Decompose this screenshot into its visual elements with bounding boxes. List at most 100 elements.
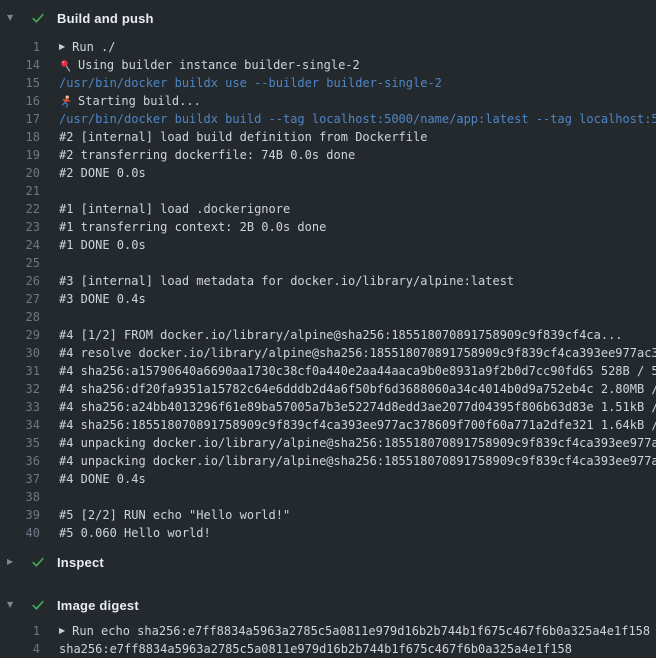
chevron-down-icon[interactable]: ▼ [7, 594, 21, 616]
log-line-content: #1 [internal] load .dockerignore [40, 200, 656, 218]
log-line: 15/usr/bin/docker buildx use --builder b… [0, 74, 656, 92]
log-line: 28 [0, 308, 656, 326]
log-line-content: #4 sha256:185518070891758909c9f839cf4ca3… [40, 416, 656, 434]
line-number[interactable]: 32 [0, 380, 40, 398]
log-text: #5 [2/2] RUN echo "Hello world!" [59, 506, 290, 524]
log-line: 21 [0, 182, 656, 200]
section-image-digest: ▼ Image digest 1 ▶ Run echo sha256:e7ff8834a… [0, 594, 656, 658]
log-line-content: #5 0.060 Hello world! [40, 524, 656, 542]
log-line: 24#1 DONE 0.0s [0, 236, 656, 254]
log-line: 33 #4 sha256:a24bb4013296f61e89ba57005a7b… [0, 398, 656, 416]
section-header-inspect[interactable]: ▶Inspect [0, 551, 656, 573]
section-header-image-digest[interactable]: ▼ Image digest [0, 594, 656, 616]
log-text: #4 sha256:185518070891758909c9f839cf4ca3… [59, 416, 656, 434]
log-line: 37#4 DONE 0.4s [0, 470, 656, 488]
line-number[interactable]: 35 [0, 434, 40, 452]
line-number[interactable]: 40 [0, 524, 40, 542]
log-line: 29#4 [1/2] FROM docker.io/library/alpine… [0, 326, 656, 344]
line-number[interactable]: 28 [0, 308, 40, 326]
run-expander-icon[interactable]: ▶ [59, 38, 65, 56]
line-number[interactable]: 17 [0, 110, 40, 128]
log-text: #3 DONE 0.4s [59, 290, 146, 308]
line-number[interactable]: 1 [0, 622, 40, 640]
line-number[interactable]: 20 [0, 164, 40, 182]
log-line-content [40, 308, 656, 326]
line-number[interactable]: 18 [0, 128, 40, 146]
log-text: Run ./ [72, 38, 115, 56]
log-text: #4 unpacking docker.io/library/alpine@sh… [59, 434, 656, 452]
log-line: 4 sha256:e7ff8834a5963a2785c5a0811e979d16… [0, 640, 656, 658]
log-line-content: #2 transferring dockerfile: 74B 0.0s don… [40, 146, 656, 164]
line-number[interactable]: 25 [0, 254, 40, 272]
log-line: 31 #4 sha256:a15790640a6690aa1730c38cf0a4… [0, 362, 656, 380]
log-line: 26 #3 [internal] load metadata for docker… [0, 272, 656, 290]
line-number[interactable]: 23 [0, 218, 40, 236]
line-number[interactable]: 33 [0, 398, 40, 416]
log-line: 40#5 0.060 Hello world! [0, 524, 656, 542]
log-line: 22#1 [internal] load .dockerignore [0, 200, 656, 218]
line-number[interactable]: 36 [0, 452, 40, 470]
log-text: Starting build... [78, 92, 201, 110]
log-line-content: #4 [1/2] FROM docker.io/library/alpine@s… [40, 326, 656, 344]
section-inspect: ▶Inspect [0, 551, 656, 573]
line-number[interactable]: 24 [0, 236, 40, 254]
line-number[interactable]: 37 [0, 470, 40, 488]
section-title: Image digest [57, 598, 139, 613]
log-line: 35 #4 unpacking docker.io/library/alpine@… [0, 434, 656, 452]
line-number[interactable]: 29 [0, 326, 40, 344]
chevron-right-icon[interactable]: ▶ [7, 551, 21, 573]
log-text: #3 [internal] load metadata for docker.i… [59, 272, 514, 290]
line-number[interactable]: 30 [0, 344, 40, 362]
line-number[interactable]: 4 [0, 640, 40, 658]
log-line-content: #3 [internal] load metadata for docker.i… [40, 272, 656, 290]
log-line: 14Using builder instance builder-single-… [0, 56, 656, 74]
log-text: #4 sha256:a15790640a6690aa1730c38cf0a440… [59, 362, 656, 380]
log-line-content: #3 DONE 0.4s [40, 290, 656, 308]
log-text: #4 unpacking docker.io/library/alpine@sh… [59, 452, 656, 470]
line-number[interactable]: 27 [0, 290, 40, 308]
run-expander-icon[interactable]: ▶ [59, 622, 65, 640]
line-number[interactable]: 34 [0, 416, 40, 434]
log-text: Run echo sha256:e7ff8834a5963a2785c5a081… [72, 622, 650, 640]
section-header-build-and-push[interactable]: ▼Build and push [0, 7, 656, 29]
log-line-content: /usr/bin/docker buildx use --builder bui… [40, 74, 656, 92]
log-line: 30#4 resolve docker.io/library/alpine@sh… [0, 344, 656, 362]
line-number[interactable]: 14 [0, 56, 40, 74]
success-check-icon [30, 554, 46, 570]
log-line-content: #4 sha256:a15790640a6690aa1730c38cf0a440… [40, 362, 656, 380]
line-number[interactable]: 22 [0, 200, 40, 218]
log-text: #1 transferring context: 2B 0.0s done [59, 218, 326, 236]
line-number[interactable]: 31 [0, 362, 40, 380]
log-line-content: ▶ Run ./ [40, 38, 656, 56]
chevron-down-icon[interactable]: ▼ [7, 7, 21, 29]
line-number[interactable]: 39 [0, 506, 40, 524]
log-line-content: /usr/bin/docker buildx build --tag local… [40, 110, 656, 128]
pushpin-icon [59, 59, 72, 72]
line-number[interactable]: 1 [0, 38, 40, 56]
section-build-and-push: ▼Build and push 1 ▶ Run ./14Using builder i… [0, 7, 656, 542]
log-text: #2 DONE 0.0s [59, 164, 146, 182]
line-number[interactable]: 21 [0, 182, 40, 200]
log-line: 38 [0, 488, 656, 506]
log-line-content: Starting build... [40, 92, 656, 110]
log-block: 1 ▶ Run ./14Using builder instance builder… [0, 38, 656, 542]
success-check-icon [30, 597, 46, 613]
log-text: /usr/bin/docker buildx build --tag local… [59, 110, 656, 128]
log-line-content: #4 unpacking docker.io/library/alpine@sh… [40, 452, 656, 470]
log-line: 1 ▶ Run echo sha256:e7ff8834a5963a2785c5a0… [0, 622, 656, 640]
log-text: #4 sha256:df20fa9351a15782c64e6dddb2d4a6… [59, 380, 656, 398]
log-line-content: ▶ Run echo sha256:e7ff8834a5963a2785c5a08… [40, 622, 656, 640]
log-block: 1 ▶ Run echo sha256:e7ff8834a5963a2785c5a0… [0, 622, 656, 658]
log-text: sha256:e7ff8834a5963a2785c5a0811e979d16b… [59, 640, 572, 658]
log-line: 39 #5 [2/2] RUN echo "Hello world!" [0, 506, 656, 524]
log-text: #2 [internal] load build definition from… [59, 128, 427, 146]
log-line-content: #1 DONE 0.0s [40, 236, 656, 254]
line-number[interactable]: 15 [0, 74, 40, 92]
line-number[interactable]: 16 [0, 92, 40, 110]
log-line: 19#2 transferring dockerfile: 74B 0.0s d… [0, 146, 656, 164]
log-line: 23 #1 transferring context: 2B 0.0s done [0, 218, 656, 236]
line-number[interactable]: 19 [0, 146, 40, 164]
log-text: #4 sha256:a24bb4013296f61e89ba57005a7b3e… [59, 398, 656, 416]
line-number[interactable]: 26 [0, 272, 40, 290]
line-number[interactable]: 38 [0, 488, 40, 506]
